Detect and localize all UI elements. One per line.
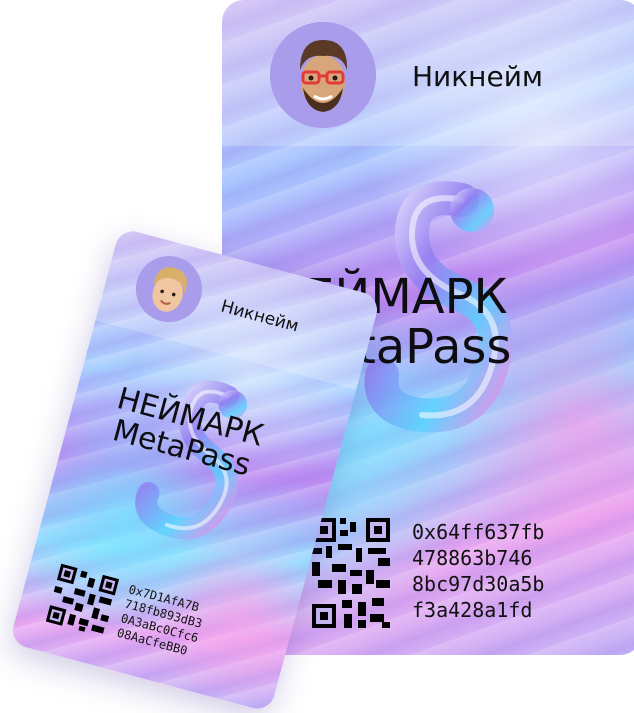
avatar xyxy=(270,22,376,128)
address-line: 478863b746 xyxy=(412,546,533,570)
wallet-address: 0x64ff637fb 478863b746 8bc97d30a5b f3a42… xyxy=(412,519,544,623)
qr-code-icon xyxy=(45,563,120,634)
address-line: f3a428a1fd xyxy=(412,598,533,622)
address-line: 0x64ff637fb xyxy=(412,520,545,544)
qr-code-icon xyxy=(312,518,390,628)
address-line: 8bc97d30a5b xyxy=(412,572,545,596)
nickname: Никнейм xyxy=(412,60,544,93)
memoji-bearded-glasses-icon xyxy=(270,22,376,128)
wallet-address: 0x7D1AfA7B 718fb893dB3 0A3aBc0Cfc6 08AaC… xyxy=(115,582,207,661)
